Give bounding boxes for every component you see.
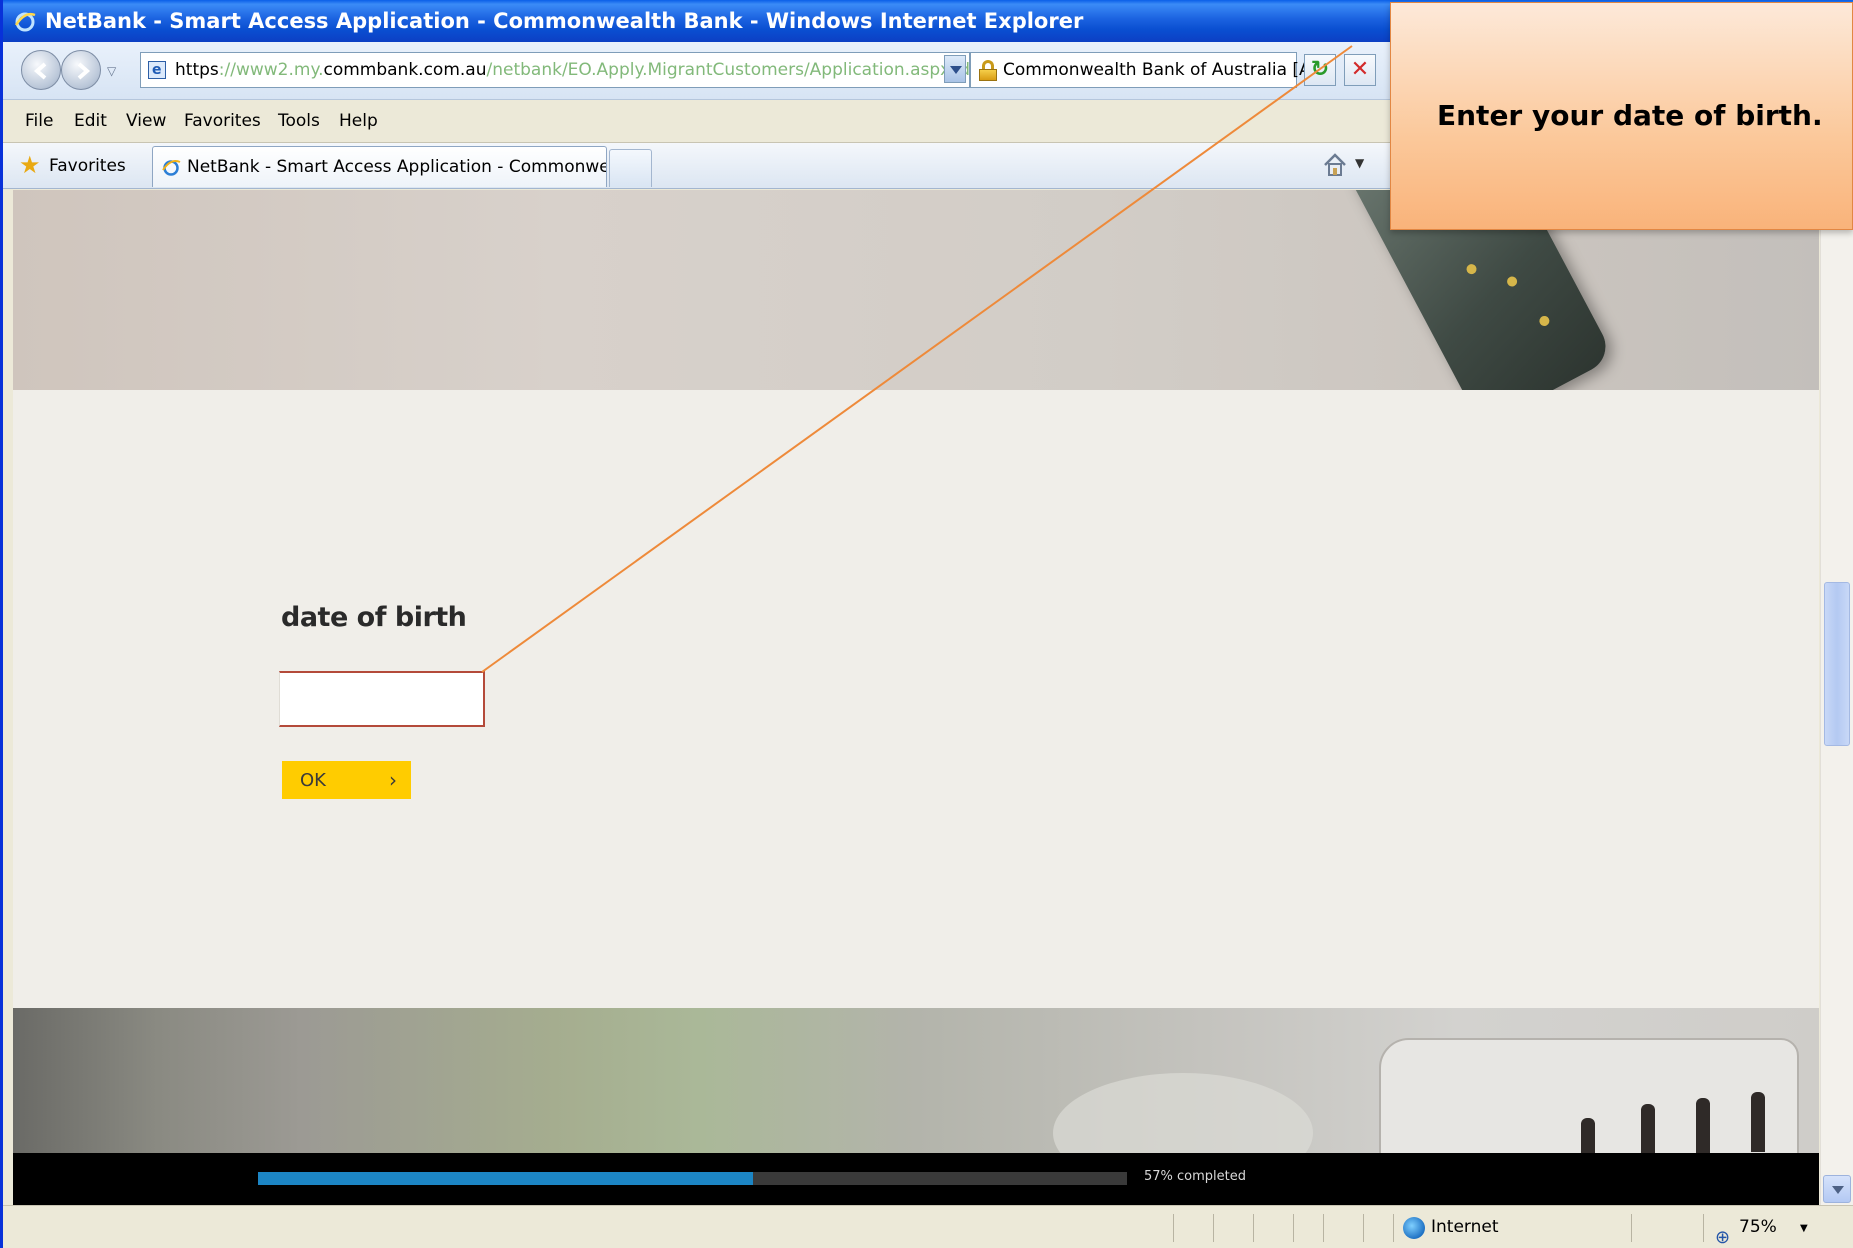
home-icon[interactable] — [1321, 151, 1349, 179]
favorites-label: Favorites — [49, 156, 126, 176]
tab-title: NetBank - Smart Access Application - Com… — [187, 157, 606, 177]
progress-footer: 57% completed — [13, 1153, 1819, 1205]
address-scheme: https — [175, 60, 219, 80]
ie-logo-icon — [14, 12, 36, 32]
back-button[interactable] — [21, 50, 61, 90]
dob-input[interactable] — [279, 671, 485, 727]
menu-edit[interactable]: Edit — [74, 100, 107, 143]
menu-file[interactable]: File — [25, 100, 53, 143]
menu-favorites[interactable]: Favorites — [184, 100, 261, 143]
hero-image-bottom — [13, 1008, 1819, 1193]
zoom-label: 75% — [1739, 1217, 1777, 1237]
zoom-control[interactable]: ⊕ 75% — [1715, 1206, 1777, 1248]
favorites-button[interactable]: ★ Favorites — [19, 151, 126, 181]
back-icon — [33, 62, 47, 80]
ok-button[interactable]: OK › — [282, 761, 411, 799]
window-title: NetBank - Smart Access Application - Com… — [45, 9, 1084, 33]
menu-tools[interactable]: Tools — [278, 100, 320, 143]
address-pre-domain: ://www2.my. — [218, 60, 324, 80]
card-reader-image — [1379, 1038, 1799, 1178]
page-viewport: date of birth OK › 57% completed — [13, 190, 1819, 1205]
page-icon — [148, 53, 166, 87]
security-zone[interactable]: Internet — [1403, 1206, 1499, 1248]
zoom-dropdown-icon[interactable]: ▼ — [1800, 1223, 1808, 1234]
menu-view[interactable]: View — [126, 100, 166, 143]
form-section: date of birth OK › — [13, 390, 1819, 1008]
home-dropdown-icon[interactable]: ▼ — [1355, 156, 1364, 170]
refresh-icon: ↻ — [1310, 57, 1330, 82]
zone-label: Internet — [1431, 1217, 1499, 1237]
status-bar: Internet ⊕ 75% ▼ — [3, 1205, 1853, 1248]
security-report-button[interactable]: Commonwealth Bank of Australia [AU] — [970, 52, 1330, 88]
address-input[interactable]: https://www2.my.commbank.com.au/netbank/… — [140, 52, 970, 88]
browser-tab[interactable]: NetBank - Smart Access Application - Com… — [152, 146, 607, 187]
instruction-callout: Enter your date of birth. — [1390, 2, 1853, 230]
progress-track — [258, 1172, 1127, 1185]
vertical-scrollbar[interactable] — [1820, 190, 1853, 1205]
stop-icon: ✕ — [1350, 57, 1370, 82]
menu-help[interactable]: Help — [339, 100, 378, 143]
history-dropdown-icon[interactable]: ▽ — [107, 64, 116, 78]
progress-fill — [258, 1172, 754, 1185]
ok-button-label: OK — [300, 769, 326, 791]
address-dropdown-button[interactable] — [944, 55, 966, 83]
address-domain: commbank.com.au — [323, 60, 487, 80]
forward-icon — [77, 62, 91, 80]
progress-label: 57% completed — [1144, 1169, 1247, 1184]
stop-button[interactable]: ✕ — [1344, 54, 1376, 86]
certificate-label: Commonwealth Bank of Australia [AU] — [1003, 60, 1330, 80]
callout-text: Enter your date of birth. — [1437, 99, 1823, 132]
lock-icon — [979, 60, 997, 81]
zoom-icon: ⊕ — [1715, 1227, 1731, 1248]
scrollbar-thumb[interactable] — [1824, 582, 1850, 746]
forward-button[interactable] — [61, 50, 101, 90]
star-icon: ★ — [19, 151, 41, 179]
globe-icon — [1403, 1217, 1425, 1239]
scroll-down-button[interactable] — [1823, 1175, 1851, 1203]
chevron-right-icon: › — [389, 768, 397, 792]
new-tab-button[interactable] — [609, 149, 652, 187]
dob-label: date of birth — [281, 602, 467, 633]
ie-tab-icon — [162, 160, 181, 176]
address-path: /netbank/EO.Apply.MigrantCustomers/Appli… — [486, 60, 970, 80]
refresh-button[interactable]: ↻ — [1304, 54, 1336, 86]
